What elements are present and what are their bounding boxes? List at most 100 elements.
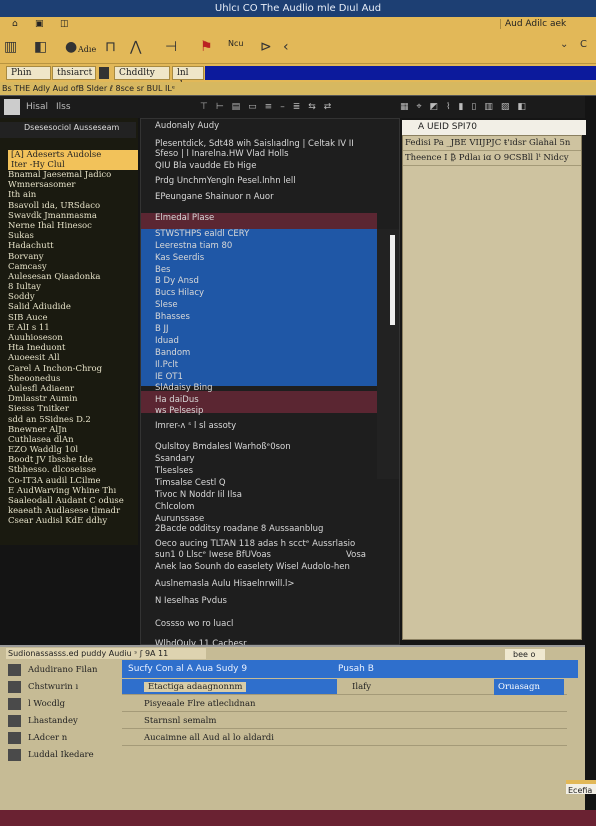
menu-item[interactable]: Qulsltoy Bmdalesl Warhoßᵉ0son [155, 442, 291, 452]
play-icon[interactable]: ⊳ [260, 39, 272, 55]
menu-item[interactable]: Cossso wo ro luacl [155, 619, 233, 629]
tree-item[interactable]: l Wocdlg [6, 696, 116, 712]
right-row[interactable]: Fedisi Pa _JBE VIIJPJC ŧ'ɪdsr Glahal 5n [403, 136, 581, 151]
list-item[interactable]: Aulesfl Adiaenr [0, 384, 138, 394]
menu-item[interactable]: B Dy Ansd [155, 276, 199, 286]
menu-item[interactable]: Tivoc N Noddr Iil Ilsa [155, 490, 242, 500]
menu-item[interactable]: Leerestna tiam 80 [155, 241, 232, 251]
list-item[interactable]: Camcasy [0, 262, 138, 272]
menu-item[interactable]: IE OT1 [155, 372, 183, 382]
list-item[interactable]: Bnewner AlJn [0, 425, 138, 435]
list-item[interactable]: Bnamal Jaesemal Jadico [0, 170, 138, 180]
menu-item[interactable]: Bucs Hilacy [155, 288, 204, 298]
list-item[interactable]: SIB Auce [0, 313, 138, 323]
list-item[interactable]: Saaleodall Audant C oduse [0, 496, 138, 506]
menu-item[interactable]: ws Pelsesip [155, 406, 203, 416]
c-icon[interactable]: C [580, 39, 587, 50]
selected-item[interactable]: [A] Adeserts Audolse Iter -Hy Clul [8, 150, 138, 170]
menu-item[interactable]: Kas Seerdis [155, 253, 204, 263]
tab-chddlty[interactable]: Chddlty [114, 66, 170, 80]
list-item[interactable]: Aulesesan Qiaadonka [0, 272, 138, 282]
secondary-label-2[interactable]: Ilss [56, 96, 71, 118]
list-item[interactable]: Wmnersasomer [0, 180, 138, 190]
list-item[interactable]: Stbhesso. dlcoseisse [0, 465, 138, 475]
menu-item[interactable]: Oeco aucing TLTAN 118 adas h scctᵉ Aussr… [155, 539, 355, 549]
menu-item[interactable]: Auslnemasla Aulu Hisaelnrwill.l> [155, 579, 295, 589]
menu-item[interactable]: 2Bacde odditsy roadane 8 Aussaanblug [155, 524, 323, 534]
format-icons[interactable]: ⊤⊢▤▭≡–≣⇆⇄ [200, 96, 339, 118]
list-item[interactable]: Nerne Ihal Hinesoc [0, 221, 138, 231]
menu-item[interactable]: B JJ [155, 324, 169, 334]
back-icon[interactable]: ‹ [283, 39, 289, 55]
menu-item[interactable]: Bhasses [155, 312, 190, 322]
list-item[interactable]: Hadachutt [0, 241, 138, 251]
clip-icon[interactable]: ⊓ [105, 39, 116, 55]
selected-track-row[interactable]: Sucfy Con al A Aua Sudy 9 Pusah B [122, 660, 578, 678]
tool-icons[interactable]: ▦⌖◩⌇▮▯▥▨◧ [400, 96, 534, 118]
menu-item[interactable]: Tlseslses [155, 466, 193, 476]
tab-phin[interactable]: Phin [6, 66, 51, 80]
menu-item[interactable]: Plesentdick, Sdt48 wih Saislıadlng | Cel… [155, 139, 354, 149]
tree-item[interactable]: Luddal Ikedare [6, 747, 116, 763]
menu-item[interactable]: Elmedal Plase [155, 213, 214, 223]
list-item[interactable]: Cuthlasea dlAn [0, 435, 138, 445]
scroll-thumb[interactable] [390, 235, 395, 325]
menu-item[interactable]: Ha daiDus [155, 395, 199, 405]
list-item[interactable]: E AudWarving Whine Thı [0, 486, 138, 496]
list-item[interactable]: 8 Iultay [0, 282, 138, 292]
list-item[interactable]: Ith ain [0, 190, 138, 200]
file-icon[interactable]: ⌂ [12, 19, 18, 29]
tree-item[interactable]: Lhastandey [6, 713, 116, 729]
edit-icon[interactable]: ▣ [35, 19, 44, 29]
speaker-icon[interactable]: ◧ [34, 39, 47, 55]
menu-item[interactable]: Bandom [155, 348, 190, 358]
secondary-label-1[interactable]: Hisal [26, 96, 48, 118]
list-item[interactable]: EZO Waddlg 10l [0, 445, 138, 455]
list-item[interactable]: Co-IT3A audil LCilme [0, 476, 138, 486]
list-item[interactable]: Soddy [0, 292, 138, 302]
list-item[interactable]: E AlI s 11 [0, 323, 138, 333]
tree-item[interactable]: Chstwurin ı [6, 679, 116, 695]
list-item[interactable]: Boodt JV Ibsshe Ide [0, 455, 138, 465]
list-item[interactable]: Bsavoll ıda, URSdaco [0, 201, 138, 211]
track-row[interactable]: Pisyeaale Flre atleclıdnan [122, 696, 567, 712]
menu-item[interactable]: Bes [155, 265, 171, 275]
menu-item[interactable]: Timsalse Cestl Q [155, 478, 226, 488]
menu-item[interactable]: Imrer-ʌ ˢ l sl assoty [155, 421, 236, 431]
record-flag-icon[interactable]: ⚑ [200, 39, 213, 55]
list-item[interactable]: Auuhioseson [0, 333, 138, 343]
menu-item[interactable]: Audonaly Audy [155, 121, 219, 131]
list-item[interactable]: Salid Adiudide [0, 302, 138, 312]
expand-icon[interactable]: ⌄ [560, 39, 568, 50]
menu-item[interactable]: EPeungane Shainuor n Auor [155, 192, 274, 202]
menu-item[interactable]: Iduad [155, 336, 179, 346]
envelope-icon[interactable]: ⋀ [130, 39, 141, 55]
list-item[interactable]: Csear Audisl KdE ddhy [0, 516, 138, 526]
menu-item[interactable]: Ssandary [155, 454, 195, 464]
menu-item[interactable]: N Ieselhas Pvdus [155, 596, 227, 606]
tab-lnl-de[interactable]: lnl de [172, 66, 204, 90]
menu-item[interactable]: sun1 0 Llscᵉ Iwese BfUVoas [155, 550, 271, 560]
list-item[interactable]: Borvany [0, 252, 138, 262]
right-row[interactable]: Theence I ₿ Pdlaı iɑ O 9CSBll lᵗ Nidcy [403, 151, 581, 166]
doc-icon[interactable]: ◫ [60, 19, 69, 29]
right-dropdown[interactable]: A UEID SPI70 [402, 120, 586, 135]
menu-right-label[interactable]: Aud Adilc aek [500, 19, 566, 29]
mic-icon[interactable]: ● [65, 39, 77, 55]
list-item[interactable]: Swavdk Jmanmasma [0, 211, 138, 221]
tree-item[interactable]: LAdcer n [6, 730, 116, 746]
list-item[interactable]: Sukas [0, 231, 138, 241]
menu-item[interactable]: Aurunssase [155, 514, 204, 524]
track-row[interactable]: Starnsnl semalm [122, 713, 567, 729]
menu-item[interactable]: Sfeso | l Inarelna.HW Vlad Holls [155, 149, 289, 159]
menu-item[interactable]: Slese [155, 300, 178, 310]
menu-scrollbar[interactable] [377, 229, 399, 479]
track-row[interactable]: Etactiga adaagnonnm Ilafy Oruasagn [122, 679, 567, 695]
tab-thsiarct[interactable]: thsiarct [52, 66, 96, 80]
mixer-icon[interactable]: ▥ [4, 39, 17, 55]
list-item[interactable]: sdd an 5Sidnes D.2 [0, 415, 138, 425]
menu-item[interactable]: Chlcolom [155, 502, 194, 512]
menu-item[interactable]: Prdg UnchmYengln Pesel.lnhn lell [155, 176, 296, 186]
menu-item[interactable]: Il.Pclt [155, 360, 178, 370]
list-item[interactable]: Sheoonedus [0, 374, 138, 384]
